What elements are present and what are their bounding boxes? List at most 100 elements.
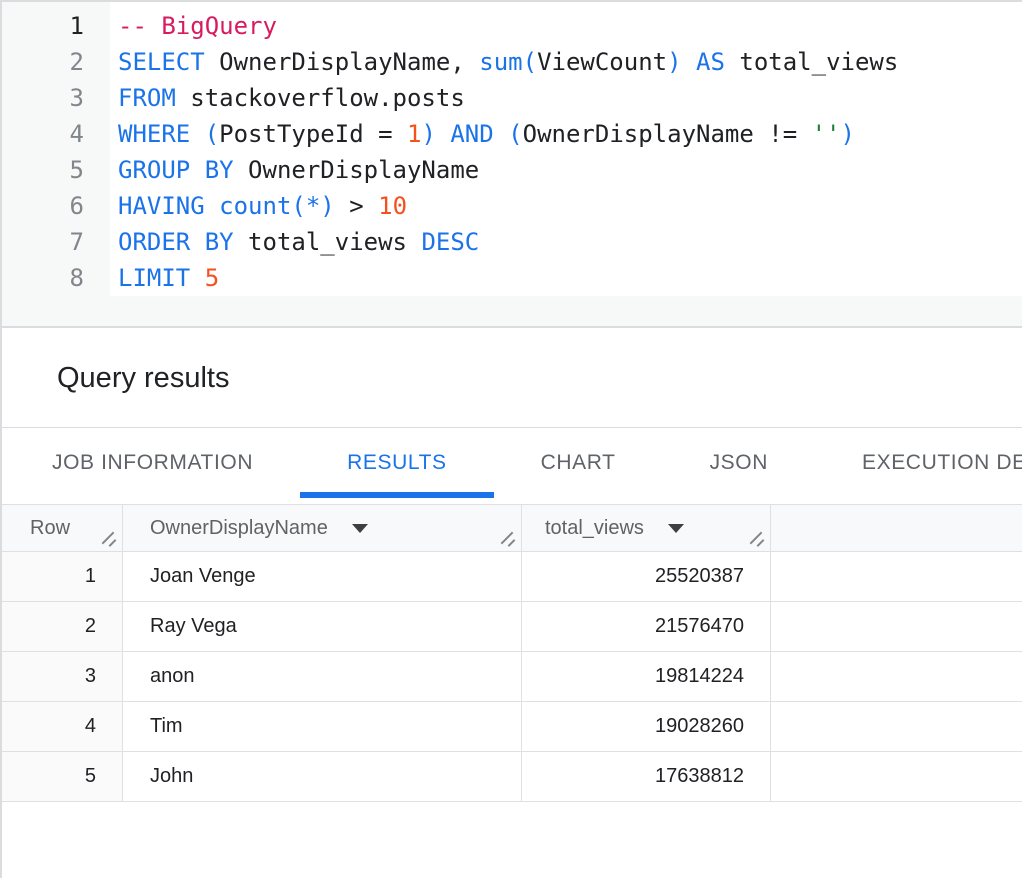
sql-token-id: > [335,192,378,220]
code-line-1[interactable]: -- BigQuery [118,8,1022,44]
pane-top-border [0,0,1022,2]
code-line-5[interactable]: GROUP BY OwnerDisplayName [118,152,1022,188]
cell-ownerdisplayname: Ray Vega [123,602,522,651]
query-results-header: Query results [0,330,1022,428]
column-header-filler [771,505,1022,551]
sql-token-id [190,264,204,292]
sql-token-id: OwnerDisplayName, [205,48,480,76]
sql-token-kw: WHERE [118,120,190,148]
cell-total-views: 25520387 [522,552,771,601]
sql-token-par: ) [421,120,435,148]
tab-chart[interactable]: CHART [494,428,663,498]
editor-bottom-strip [0,296,1022,328]
table-row: 4Tim19028260 [0,702,1022,752]
sql-token-id [190,120,204,148]
cell-row-number: 5 [0,752,123,801]
tab-json[interactable]: JSON [663,428,815,498]
table-row: 5John17638812 [0,752,1022,802]
sql-token-kw: AS [696,48,725,76]
sort-dropdown-icon[interactable] [352,524,368,533]
sql-token-id [682,48,696,76]
table-header-row: Row OwnerDisplayName total_views [0,504,1022,552]
cell-filler [771,752,1022,801]
sql-token-kw: DESC [421,228,479,256]
sql-token-str: '' [812,120,841,148]
sql-token-id [205,192,219,220]
column-resize-handle-icon[interactable] [748,530,765,547]
sql-token-kw: LIMIT [118,264,190,292]
sql-token-id: OwnerDisplayName != [523,120,812,148]
cell-ownerdisplayname: John [123,752,522,801]
tab-execution-details[interactable]: EXECUTION DETAILS [815,428,1022,498]
cell-row-number: 3 [0,652,123,701]
cell-ownerdisplayname: anon [123,652,522,701]
sql-token-par: ) [667,48,681,76]
sql-token-id: total_views [234,228,422,256]
line-number: 4 [0,116,110,152]
column-header-ownerdisplayname: OwnerDisplayName [123,505,522,551]
cell-total-views: 19028260 [522,702,771,751]
sql-token-kw: SELECT [118,48,205,76]
column-header-row: Row [0,505,123,551]
sql-token-id: PostTypeId = [219,120,407,148]
sql-token-par: (*) [291,192,334,220]
cell-filler [771,552,1022,601]
tab-job-information[interactable]: JOB INFORMATION [5,428,300,498]
table-row: 2Ray Vega21576470 [0,602,1022,652]
line-number: 7 [0,224,110,260]
cell-total-views: 21576470 [522,602,771,651]
sql-token-fn: count [219,192,291,220]
column-header-ownerdisplayname-label: OwnerDisplayName [150,517,328,540]
sql-token-par: ( [523,48,537,76]
sql-token-par: ) [841,120,855,148]
sql-token-id [436,120,450,148]
column-resize-handle-icon[interactable] [100,530,117,547]
sql-editor-panel: 12345678 -- BigQuerySELECT OwnerDisplayN… [0,0,1022,330]
sql-token-kw: FROM [118,84,176,112]
cell-row-number: 1 [0,552,123,601]
table-row: 1Joan Venge25520387 [0,552,1022,602]
sql-token-kw: GROUP BY [118,156,234,184]
sql-token-num: 5 [205,264,219,292]
sql-token-par: ( [508,120,522,148]
cell-filler [771,602,1022,651]
sql-token-kw: HAVING [118,192,205,220]
code-line-2[interactable]: SELECT OwnerDisplayName, sum(ViewCount) … [118,44,1022,80]
column-header-total-views: total_views [522,505,771,551]
cell-total-views: 17638812 [522,752,771,801]
code-line-6[interactable]: HAVING count(*) > 10 [118,188,1022,224]
line-number: 2 [0,44,110,80]
code-line-7[interactable]: ORDER BY total_views DESC [118,224,1022,260]
bigquery-results-pane: 12345678 -- BigQuerySELECT OwnerDisplayN… [0,0,1022,878]
sql-token-id: stackoverflow.posts [176,84,465,112]
sort-dropdown-icon[interactable] [668,524,684,533]
query-results-table: Row OwnerDisplayName total_views 1Joan Veng… [0,504,1022,802]
cell-filler [771,652,1022,701]
pane-left-border [0,0,2,878]
sql-token-id: OwnerDisplayName [234,156,480,184]
sql-token-id: ViewCount [537,48,667,76]
line-number: 5 [0,152,110,188]
sql-editor[interactable]: -- BigQuerySELECT OwnerDisplayName, sum(… [110,0,1022,296]
column-header-total-views-label: total_views [545,517,644,540]
line-number: 8 [0,260,110,296]
sql-token-fn: sum [479,48,522,76]
sql-token-num: 1 [407,120,421,148]
editor-gutter: 12345678 [0,0,110,296]
code-line-3[interactable]: FROM stackoverflow.posts [118,80,1022,116]
code-line-8[interactable]: LIMIT 5 [118,260,1022,296]
column-resize-handle-icon[interactable] [499,530,516,547]
cell-total-views: 19814224 [522,652,771,701]
column-header-row-label: Row [30,517,70,540]
table-row: 3anon19814224 [0,652,1022,702]
cell-row-number: 2 [0,602,123,651]
query-results-title: Query results [57,362,229,395]
code-line-4[interactable]: WHERE (PostTypeId = 1) AND (OwnerDisplay… [118,116,1022,152]
sql-token-num: 10 [378,192,407,220]
line-number: 3 [0,80,110,116]
tab-results[interactable]: RESULTS [300,428,494,498]
sql-token-kw: AND [450,120,493,148]
line-number: 6 [0,188,110,224]
results-tabbar: JOB INFORMATIONRESULTSCHARTJSONEXECUTION… [0,428,1022,498]
sql-token-id [494,120,508,148]
